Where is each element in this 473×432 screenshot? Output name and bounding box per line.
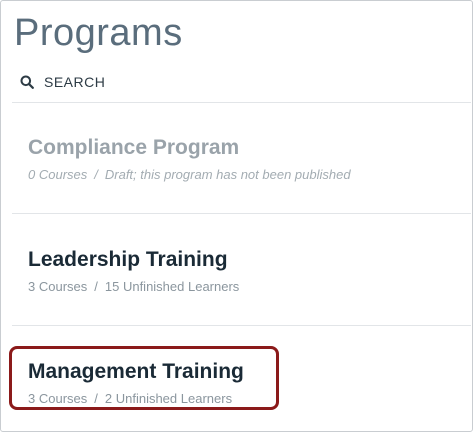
search-button[interactable]: SEARCH: [20, 72, 105, 92]
course-count: 0 Courses: [28, 167, 88, 182]
program-item-leadership[interactable]: Leadership Training 3 Courses / 15 Unfinis…: [28, 247, 239, 295]
divider: [12, 213, 471, 214]
program-item-compliance[interactable]: Compliance Program 0 Courses / Draft; this…: [28, 135, 351, 183]
program-item-management[interactable]: Management Training 3 Courses / 2 Unfinish…: [28, 359, 244, 407]
page-title: Programs: [14, 12, 183, 54]
program-status: 15 Unfinished Learners: [104, 279, 240, 294]
program-name[interactable]: Management Training: [28, 359, 244, 385]
programs-panel: Programs SEARCH Compliance Program 0 Cou…: [0, 0, 473, 432]
course-count: 3 Courses: [28, 279, 88, 294]
program-meta: 0 Courses / Draft; this program has not be…: [28, 167, 351, 183]
program-name[interactable]: Leadership Training: [28, 247, 239, 273]
program-status: 2 Unfinished Learners: [104, 391, 233, 406]
course-count: 3 Courses: [28, 391, 88, 406]
meta-separator: /: [94, 391, 98, 406]
search-label: SEARCH: [44, 74, 106, 90]
program-name[interactable]: Compliance Program: [28, 135, 351, 161]
divider: [12, 102, 471, 103]
program-meta: 3 Courses / 2 Unfinished Learners: [28, 391, 244, 407]
meta-separator: /: [94, 167, 98, 182]
meta-separator: /: [94, 279, 98, 294]
divider: [12, 325, 471, 326]
program-meta: 3 Courses / 15 Unfinished Learners: [28, 279, 239, 295]
program-status: Draft; this program has not been publish…: [104, 167, 351, 182]
search-icon: [20, 75, 34, 89]
